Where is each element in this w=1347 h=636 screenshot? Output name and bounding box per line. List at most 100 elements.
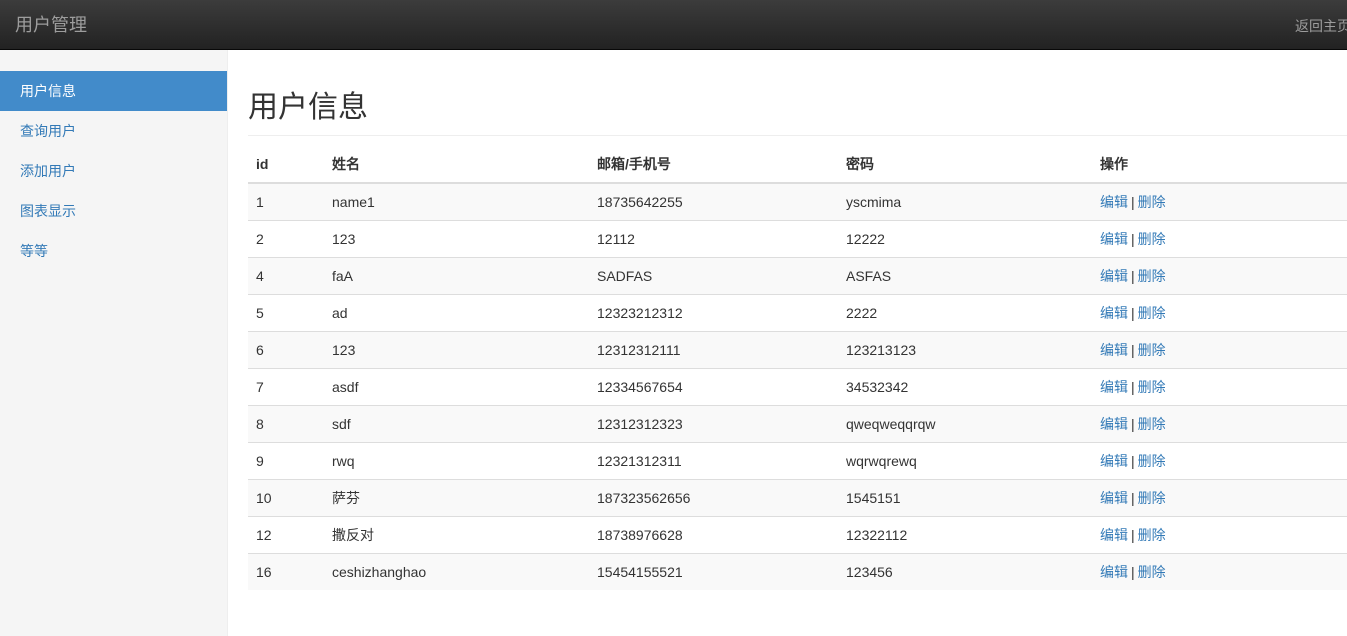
cell-actions: 编辑 | 删除 [1092,182,1347,221]
cell-name: 撒反对 [324,516,589,554]
cell-id: 2 [248,220,324,258]
cell-id: 9 [248,442,324,480]
cell-actions: 编辑 | 删除 [1092,553,1347,590]
page-header: 用户信息 [248,50,1347,136]
cell-password: 12322112 [838,516,1092,554]
cell-email: 12321312311 [589,442,838,480]
cell-name: faA [324,257,589,295]
cell-password: 12222 [838,220,1092,258]
header-password: 密码 [838,146,1092,184]
cell-id: 16 [248,553,324,590]
cell-email: 12112 [589,220,838,258]
edit-link[interactable]: 编辑 [1100,490,1128,506]
cell-actions: 编辑 | 删除 [1092,516,1347,554]
cell-actions: 编辑 | 删除 [1092,220,1347,258]
cell-password: ASFAS [838,257,1092,295]
main-content: 用户信息 id 姓名 邮箱/手机号 密码 操作 1 name1 1873564225… [248,50,1347,590]
sidebar-item-query-user[interactable]: 查询用户 [0,111,227,151]
cell-id: 12 [248,516,324,554]
action-separator: | [1131,342,1135,358]
edit-link[interactable]: 编辑 [1100,527,1128,543]
cell-password: 1545151 [838,479,1092,517]
cell-actions: 编辑 | 删除 [1092,331,1347,369]
cell-name: rwq [324,442,589,480]
table-row: 9 rwq 12321312311 wqrwqrewq 编辑 | 删除 [248,442,1347,480]
page-title: 用户信息 [248,91,368,124]
action-separator: | [1131,416,1135,432]
sidebar-item-chart-display[interactable]: 图表显示 [0,191,227,231]
cell-name: 123 [324,331,589,369]
edit-link[interactable]: 编辑 [1100,379,1128,395]
action-separator: | [1131,379,1135,395]
cell-email: SADFAS [589,257,838,295]
edit-link[interactable]: 编辑 [1100,453,1128,469]
cell-password: yscmima [838,182,1092,221]
header-actions: 操作 [1092,146,1347,184]
delete-link[interactable]: 删除 [1138,268,1166,284]
table-row: 7 asdf 12334567654 34532342 编辑 | 删除 [248,368,1347,406]
edit-link[interactable]: 编辑 [1100,305,1128,321]
table-row: 16 ceshizhanghao 15454155521 123456 编辑 | 删除 [248,553,1347,590]
cell-email: 187323562656 [589,479,838,517]
cell-id: 4 [248,257,324,295]
cell-email: 12323212312 [589,294,838,332]
back-home-link[interactable]: 返回主页 [1295,17,1347,35]
cell-actions: 编辑 | 删除 [1092,405,1347,443]
action-separator: | [1131,453,1135,469]
edit-link[interactable]: 编辑 [1100,564,1128,580]
cell-name: asdf [324,368,589,406]
cell-actions: 编辑 | 删除 [1092,479,1347,517]
cell-id: 5 [248,294,324,332]
table-row: 8 sdf 12312312323 qweqweqqrqw 编辑 | 删除 [248,405,1347,443]
cell-actions: 编辑 | 删除 [1092,442,1347,480]
edit-link[interactable]: 编辑 [1100,268,1128,284]
cell-id: 1 [248,182,324,221]
sidebar: 用户信息 查询用户 添加用户 图表显示 等等 [0,50,228,636]
edit-link[interactable]: 编辑 [1100,342,1128,358]
cell-name: 萨芬 [324,479,589,517]
table-row: 12 撒反对 18738976628 12322112 编辑 | 删除 [248,516,1347,554]
users-table: id 姓名 邮箱/手机号 密码 操作 1 name1 18735642255 yscm… [248,146,1347,590]
sidebar-nav: 用户信息 查询用户 添加用户 图表显示 等等 [0,71,227,271]
cell-email: 12334567654 [589,368,838,406]
table-row: 4 faA SADFAS ASFAS 编辑 | 删除 [248,257,1347,295]
cell-password: 34532342 [838,368,1092,406]
table-header-row: id 姓名 邮箱/手机号 密码 操作 [248,146,1347,184]
cell-email: 18735642255 [589,182,838,221]
brand-title[interactable]: 用户管理 [15,14,87,36]
delete-link[interactable]: 删除 [1138,342,1166,358]
cell-email: 12312312111 [589,331,838,369]
action-separator: | [1131,268,1135,284]
cell-password: qweqweqqrqw [838,405,1092,443]
cell-actions: 编辑 | 删除 [1092,368,1347,406]
table-row: 6 123 12312312111 123213123 编辑 | 删除 [248,331,1347,369]
delete-link[interactable]: 删除 [1138,490,1166,506]
edit-link[interactable]: 编辑 [1100,231,1128,247]
sidebar-item-etc[interactable]: 等等 [0,231,227,271]
cell-id: 7 [248,368,324,406]
delete-link[interactable]: 删除 [1138,527,1166,543]
delete-link[interactable]: 删除 [1138,564,1166,580]
table-row: 2 123 12112 12222 编辑 | 删除 [248,220,1347,258]
delete-link[interactable]: 删除 [1138,416,1166,432]
sidebar-item-user-info[interactable]: 用户信息 [0,71,227,111]
delete-link[interactable]: 删除 [1138,194,1166,210]
action-separator: | [1131,231,1135,247]
cell-email: 18738976628 [589,516,838,554]
cell-name: ceshizhanghao [324,553,589,590]
delete-link[interactable]: 删除 [1138,379,1166,395]
cell-name: ad [324,294,589,332]
cell-actions: 编辑 | 删除 [1092,294,1347,332]
action-separator: | [1131,490,1135,506]
cell-name: sdf [324,405,589,443]
delete-link[interactable]: 删除 [1138,453,1166,469]
cell-actions: 编辑 | 删除 [1092,257,1347,295]
delete-link[interactable]: 删除 [1138,305,1166,321]
edit-link[interactable]: 编辑 [1100,416,1128,432]
edit-link[interactable]: 编辑 [1100,194,1128,210]
delete-link[interactable]: 删除 [1138,231,1166,247]
cell-name: name1 [324,182,589,221]
sidebar-item-add-user[interactable]: 添加用户 [0,151,227,191]
cell-name: 123 [324,220,589,258]
cell-id: 10 [248,479,324,517]
